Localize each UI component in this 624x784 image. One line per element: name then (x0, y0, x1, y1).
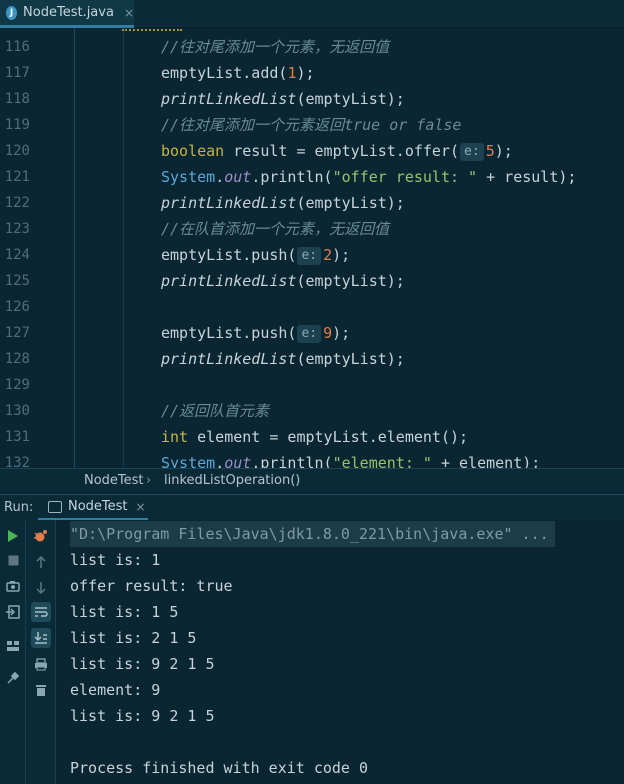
run-toolbar-right (26, 520, 56, 784)
code-line[interactable]: 128 printLinkedList(emptyList); (0, 346, 624, 372)
line-number: 119 (4, 117, 30, 133)
line-number: 129 (4, 377, 30, 393)
close-icon[interactable]: × (124, 6, 134, 20)
line-number: 128 (4, 351, 30, 367)
code-text[interactable]: emptyList.add(1); (161, 60, 315, 86)
run-tool-window-header: Run: NodeTest × (0, 494, 624, 521)
console-line: offer result: true (70, 577, 233, 595)
code-text[interactable]: //往对尾添加一个元素，无返回值 (161, 34, 389, 60)
code-line[interactable]: 123 //在队首添加一个元素，无返回值 (0, 216, 624, 242)
console-line: Process finished with exit code 0 (70, 759, 369, 777)
down-arrow-icon[interactable] (31, 578, 51, 598)
run-icon[interactable] (3, 526, 23, 546)
editor-tab-label: NodeTest.java (23, 5, 114, 20)
code-line[interactable]: 121 System.out.println("offer result: " +… (0, 164, 624, 190)
debug-icon[interactable] (31, 526, 51, 546)
scroll-to-end-icon[interactable] (31, 628, 51, 648)
code-text[interactable]: printLinkedList(emptyList); (161, 190, 405, 216)
code-editor[interactable]: 116//往对尾添加一个元素，无返回值 117 emptyList.add(1); 1… (0, 28, 624, 468)
console-command-line: "D:\Program Files\Java\jdk1.8.0_221\bin\… (70, 521, 555, 547)
line-number: 126 (4, 299, 30, 315)
line-number: 116 (4, 39, 30, 55)
line-number: 118 (4, 91, 30, 107)
code-line[interactable]: 132 System.out.println("element: " + elem… (0, 450, 624, 468)
code-line[interactable]: 129 (0, 372, 624, 398)
camera-icon[interactable] (3, 576, 23, 596)
code-text[interactable]: printLinkedList(emptyList); (161, 268, 405, 294)
code-line[interactable]: 124 emptyList.push(e: 2); (0, 242, 624, 268)
run-toolbar-left (0, 520, 26, 784)
stop-icon[interactable] (3, 550, 23, 570)
console-output[interactable]: "D:\Program Files\Java\jdk1.8.0_221\bin\… (56, 520, 624, 784)
line-number: 117 (4, 65, 30, 81)
code-text[interactable]: //往对尾添加一个元素返回true or false (161, 112, 461, 138)
code-text[interactable]: int element = emptyList.element(); (161, 424, 468, 450)
code-text[interactable]: System.out.println("offer result: " + re… (161, 164, 576, 190)
code-line[interactable]: 120 boolean result = emptyList.offer(e: 5)… (0, 138, 624, 164)
line-number: 122 (4, 195, 30, 211)
editor-tab-bar: J NodeTest.java × (0, 0, 624, 28)
line-number: 125 (4, 273, 30, 289)
console-line: list is: 1 5 (70, 603, 179, 621)
breadcrumb-separator: › (146, 473, 152, 488)
breadcrumb-method[interactable]: linkedListOperation() (164, 473, 300, 488)
soft-wrap-icon[interactable] (31, 602, 51, 622)
console-line: list is: 9 2 1 5 (70, 655, 215, 673)
code-line[interactable]: 117 emptyList.add(1); (0, 60, 624, 86)
line-number: 124 (4, 247, 30, 263)
run-tab-label: NodeTest (68, 499, 128, 514)
code-text[interactable]: emptyList.push(e: 2); (161, 242, 350, 268)
close-icon[interactable]: × (136, 500, 146, 514)
line-number: 123 (4, 221, 30, 237)
code-line[interactable]: 126 (0, 294, 624, 320)
line-number: 131 (4, 429, 30, 445)
line-number: 132 (4, 455, 30, 468)
code-text[interactable]: //在队首添加一个元素，无返回值 (161, 216, 389, 242)
print-icon[interactable] (31, 654, 51, 674)
code-line[interactable]: 125 printLinkedList(emptyList); (0, 268, 624, 294)
line-number: 127 (4, 325, 30, 341)
code-text[interactable]: System.out.println("element: " + element… (161, 450, 540, 468)
code-line[interactable]: 118 printLinkedList(emptyList); (0, 86, 624, 112)
code-text[interactable]: printLinkedList(emptyList); (161, 346, 405, 372)
console-icon (48, 500, 62, 513)
console-line: list is: 9 2 1 5 (70, 707, 215, 725)
code-text[interactable]: boolean result = emptyList.offer(e: 5); (161, 138, 513, 164)
java-file-icon: J (6, 5, 18, 20)
run-tab-nodetest[interactable]: NodeTest × (38, 495, 148, 521)
breadcrumb: NodeTest › linkedListOperation() (0, 468, 624, 492)
line-number: 130 (4, 403, 30, 419)
up-arrow-icon[interactable] (31, 552, 51, 572)
run-label: Run: (4, 500, 34, 515)
code-line[interactable]: 131 int element = emptyList.element(); (0, 424, 624, 450)
code-line[interactable]: 119 //往对尾添加一个元素返回true or false (0, 112, 624, 138)
code-line[interactable]: 127 emptyList.push(e: 9); (0, 320, 624, 346)
code-text[interactable]: emptyList.push(e: 9); (161, 320, 350, 346)
code-line[interactable]: 122 printLinkedList(emptyList); (0, 190, 624, 216)
console-line: list is: 1 (70, 551, 161, 569)
code-line[interactable]: 130 //返回队首元素 (0, 398, 624, 424)
console-line: element: 9 (70, 681, 161, 699)
line-number: 120 (4, 143, 30, 159)
editor-tab-nodetest[interactable]: J NodeTest.java × (0, 0, 134, 28)
code-line[interactable]: 116 //往对尾添加一个元素，无返回值 (0, 34, 624, 60)
warning-squiggle (122, 28, 182, 31)
line-number: 121 (4, 169, 30, 185)
trash-icon[interactable] (31, 680, 51, 700)
pin-icon[interactable] (3, 668, 23, 688)
console-line: list is: 2 1 5 (70, 629, 197, 647)
login-icon[interactable] (3, 602, 23, 622)
breadcrumb-class[interactable]: NodeTest (84, 473, 144, 488)
code-text[interactable]: printLinkedList(emptyList); (161, 86, 405, 112)
code-text[interactable]: //返回队首元素 (161, 398, 269, 424)
layout-icon[interactable] (3, 636, 23, 656)
